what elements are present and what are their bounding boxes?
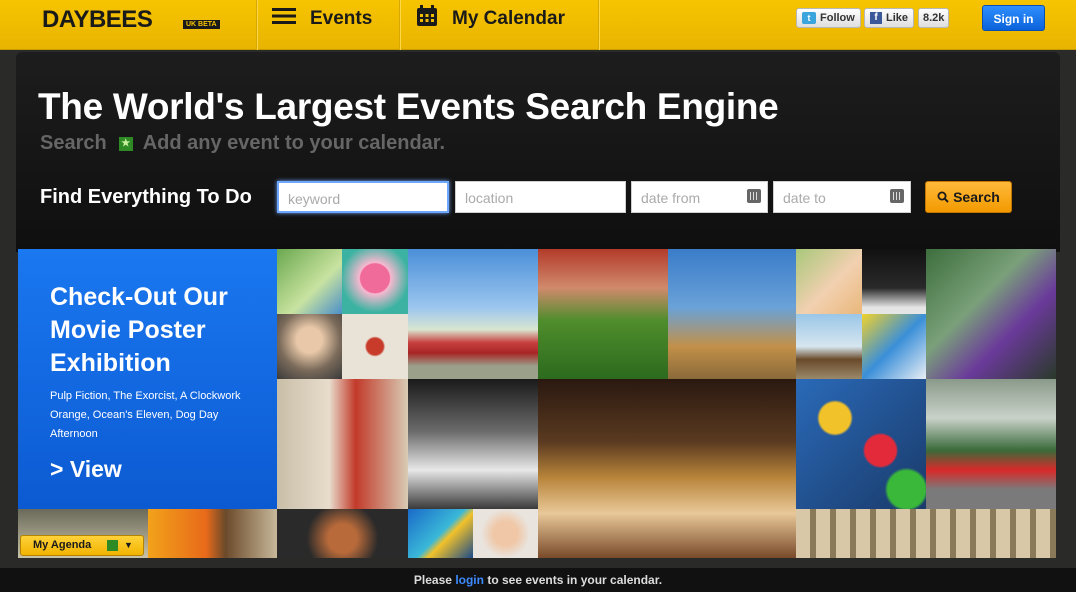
event-image-stadium[interactable] (538, 249, 668, 379)
sign-in-button[interactable]: Sign in (982, 5, 1045, 31)
menu-icon (272, 7, 296, 31)
nav-my-calendar[interactable]: My Calendar (416, 5, 565, 33)
event-image-child[interactable] (796, 249, 862, 314)
search-icon (937, 189, 953, 205)
location-input[interactable]: location (455, 181, 626, 213)
event-image-fruit[interactable] (148, 509, 277, 558)
tagline-rest: Add any event to your calendar. (142, 132, 446, 154)
event-image-airplane[interactable] (342, 314, 408, 379)
search-button-label: Search (953, 189, 1000, 205)
event-image-actress[interactable] (277, 379, 408, 509)
event-image-hall[interactable] (796, 509, 1056, 558)
tagline: Search ★ Add any event to your calendar. (40, 132, 445, 155)
event-image-cupcake[interactable] (342, 249, 408, 314)
date-to-input[interactable]: date to (773, 181, 911, 213)
event-image-paints[interactable] (796, 379, 926, 509)
login-link[interactable]: login (455, 573, 484, 587)
nav-divider (256, 0, 257, 50)
search-button[interactable]: Search (925, 181, 1012, 213)
nav-events[interactable]: Events (272, 8, 372, 30)
event-image-golf[interactable] (277, 249, 342, 314)
login-notice-bar: Please login to see events in your calen… (0, 568, 1076, 592)
event-image-baby[interactable] (473, 509, 538, 558)
event-image-paraglider[interactable] (668, 249, 796, 379)
twitter-follow-label: Follow (820, 12, 855, 24)
promo-title: Check-Out Our Movie Poster Exhibition (50, 283, 228, 377)
tagline-search: Search (40, 132, 107, 154)
find-label: Find Everything To Do (40, 186, 252, 208)
facebook-like-label: Like (886, 12, 909, 24)
logo[interactable]: DAYBEES (42, 6, 153, 34)
date-from-placeholder: date from (641, 190, 701, 206)
event-image-violin[interactable] (277, 509, 408, 558)
top-bar: DAYBEES UK BETA Events My Calendar t Fol… (0, 0, 1076, 50)
event-image-ballet[interactable] (862, 249, 926, 314)
my-agenda-button[interactable]: My Agenda ▼ (20, 535, 144, 556)
event-image-horse[interactable] (796, 314, 862, 379)
promo-description: Pulp Fiction, The Exorcist, A Clockwork … (50, 390, 241, 440)
twitter-follow-button[interactable]: t Follow (796, 8, 861, 28)
promo-view-link[interactable]: > View (50, 456, 122, 483)
login-notice-before: Please (413, 573, 452, 587)
login-notice-after: to see events in your calendar. (487, 573, 663, 587)
nav-my-calendar-label: My Calendar (452, 8, 565, 29)
facebook-like-button[interactable]: f Like (864, 8, 915, 28)
event-image-ballet-stage[interactable] (538, 379, 796, 558)
my-agenda-label: My Agenda (33, 539, 92, 551)
beta-badge: UK BETA (183, 20, 220, 29)
add-icon: ★ (118, 136, 133, 151)
calendar-icon (416, 5, 438, 33)
page-title: The World's Largest Events Search Engine (38, 86, 779, 127)
event-image-aquarium[interactable] (408, 509, 473, 558)
event-image-classic-car[interactable] (408, 249, 538, 379)
nav-events-label: Events (310, 8, 373, 29)
facebook-icon: f (870, 12, 882, 24)
calendar-picker-icon[interactable] (747, 189, 761, 203)
event-image-portrait[interactable] (277, 314, 342, 379)
event-image-dancers[interactable] (926, 249, 1056, 379)
agenda-icon (107, 540, 118, 551)
twitter-icon: t (802, 12, 816, 24)
facebook-like-count: 8.2k (918, 8, 950, 28)
calendar-picker-icon[interactable] (890, 189, 904, 203)
nav-divider (598, 0, 599, 50)
chevron-down-icon: ▼ (124, 540, 133, 550)
keyword-input[interactable]: keyword (277, 181, 449, 213)
date-from-input[interactable]: date from (631, 181, 768, 213)
nav-divider (399, 0, 400, 50)
event-image-race-car[interactable] (926, 379, 1056, 509)
date-to-placeholder: date to (783, 190, 826, 206)
event-image-skier[interactable] (862, 314, 926, 379)
event-image-runway[interactable] (408, 379, 538, 509)
promo-card[interactable]: Check-Out Our Movie Poster Exhibition Pu… (18, 249, 277, 509)
